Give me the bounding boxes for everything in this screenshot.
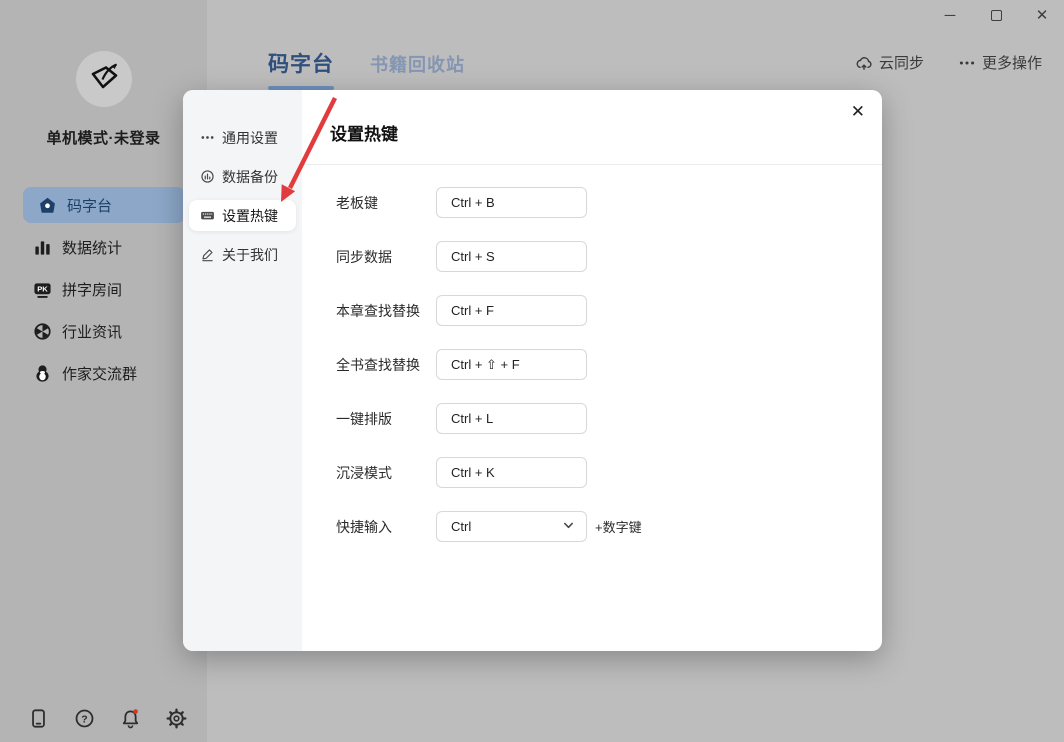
hotkey-input[interactable] xyxy=(436,241,587,272)
hotkey-row: 本章查找替换 xyxy=(336,295,642,326)
bell-icon xyxy=(120,709,141,732)
cloud-sync-icon xyxy=(855,54,873,72)
close-window-icon[interactable]: ✕ xyxy=(1032,5,1052,25)
avatar[interactable] xyxy=(76,51,132,107)
penguin-icon xyxy=(33,364,52,383)
modal-nav-item-3[interactable]: 关于我们 xyxy=(189,239,296,270)
modal-nav-item-1[interactable]: 数据备份 xyxy=(189,161,296,192)
home-icon xyxy=(38,196,57,215)
app-logo-quill-icon xyxy=(86,59,122,100)
hotkey-input[interactable] xyxy=(436,457,587,488)
hotkey-row: 一键排版 xyxy=(336,403,642,434)
minimize-icon[interactable]: ─ xyxy=(940,5,960,25)
sidebar-item-label: 拼字房间 xyxy=(62,281,123,299)
hotkey-row: 老板键 xyxy=(336,187,642,218)
hotkey-label: 沉浸模式 xyxy=(336,464,392,481)
modifier-select[interactable]: Ctrl xyxy=(436,511,587,542)
modal-content: 设置热键 老板键 同步数据 本章查找替换 全书查找替换 一键排版 沉浸模式 快捷… xyxy=(302,90,882,651)
keyboard-icon xyxy=(200,208,215,223)
hotkey-row: 全书查找替换 xyxy=(336,349,642,380)
mobile-icon xyxy=(28,709,49,732)
mobile-button[interactable] xyxy=(27,708,49,730)
svg-text:?: ? xyxy=(81,714,87,726)
bar-chart-icon xyxy=(33,238,52,257)
modal-nav-label: 设置热键 xyxy=(222,207,278,224)
hotkey-row: 同步数据 xyxy=(336,241,642,272)
help-icon: ? xyxy=(74,709,95,732)
hotkey-input[interactable] xyxy=(436,187,587,218)
sidebar-footer: ? xyxy=(27,708,187,730)
hotkey-input[interactable] xyxy=(436,403,587,434)
pen-icon xyxy=(200,247,215,262)
modal-nav-item-2[interactable]: 设置热键 xyxy=(189,200,296,231)
modal-nav-label: 通用设置 xyxy=(222,129,278,146)
sidebar-item-label: 行业资讯 xyxy=(62,323,123,341)
modal-nav-item-0[interactable]: 通用设置 xyxy=(189,122,296,153)
help-button[interactable]: ? xyxy=(73,708,95,730)
svg-text:PK: PK xyxy=(37,284,48,293)
hotkey-settings-modal: 通用设置 数据备份 设置热键 关于我们 ✕ 设置热键 老板键 同步数据 本章查找… xyxy=(183,90,882,651)
dots-icon xyxy=(200,130,215,145)
modal-nav: 通用设置 数据备份 设置热键 关于我们 xyxy=(183,90,302,651)
sidebar: 单机模式·未登录 码字台 数据统计 PK 拼字房间 行业资讯 作家交流群 ? xyxy=(0,0,207,742)
window-controls: ─ ✕ xyxy=(940,4,1052,26)
sidebar-menu: 码字台 数据统计 PK 拼字房间 行业资讯 作家交流群 xyxy=(23,187,185,397)
hotkey-row: 沉浸模式 xyxy=(336,457,642,488)
more-dots-icon xyxy=(958,54,976,72)
modal-nav-label: 关于我们 xyxy=(222,246,278,263)
sidebar-item-3[interactable]: 行业资讯 xyxy=(23,313,185,349)
select-suffix-label: +数字键 xyxy=(595,520,642,535)
hotkey-label: 本章查找替换 xyxy=(336,302,420,319)
top-actions: 云同步 更多操作 xyxy=(855,52,1042,73)
tab-1[interactable]: 书籍回收站 xyxy=(370,51,465,77)
hotkey-form: 老板键 同步数据 本章查找替换 全书查找替换 一键排版 沉浸模式 快捷输入 Ct… xyxy=(336,187,642,565)
sidebar-item-1[interactable]: 数据统计 xyxy=(23,229,185,265)
sidebar-item-label: 数据统计 xyxy=(62,239,123,257)
backup-icon xyxy=(200,169,215,184)
app-window: 单机模式·未登录 码字台 数据统计 PK 拼字房间 行业资讯 作家交流群 ? ─… xyxy=(0,0,1064,742)
hotkey-label: 快捷输入 xyxy=(336,518,392,535)
pk-badge-icon: PK xyxy=(33,280,52,299)
sidebar-item-label: 码字台 xyxy=(67,197,113,215)
hotkey-label: 老板键 xyxy=(336,194,378,211)
hotkey-input[interactable] xyxy=(436,295,587,326)
hotkey-label: 一键排版 xyxy=(336,410,392,427)
gear-button[interactable] xyxy=(165,708,187,730)
hotkey-input[interactable] xyxy=(436,349,587,380)
sidebar-item-4[interactable]: 作家交流群 xyxy=(23,355,185,391)
main-tabs: 码字台 书籍回收站 xyxy=(268,48,465,90)
more-actions-button[interactable]: 更多操作 xyxy=(958,52,1042,73)
sidebar-item-2[interactable]: PK 拼字房间 xyxy=(23,271,185,307)
maximize-icon[interactable] xyxy=(986,5,1006,25)
divider xyxy=(302,164,882,165)
aperture-icon xyxy=(33,322,52,341)
bell-button[interactable] xyxy=(119,708,141,730)
sidebar-item-0[interactable]: 码字台 xyxy=(23,187,185,223)
hotkey-row: 快捷输入 Ctrl +数字键 xyxy=(336,511,642,542)
user-status-label: 单机模式·未登录 xyxy=(46,130,161,147)
gear-icon xyxy=(166,708,187,732)
cloud-sync-button[interactable]: 云同步 xyxy=(855,52,924,73)
chevron-down-icon xyxy=(563,519,574,534)
modal-title: 设置热键 xyxy=(330,125,398,144)
hotkey-label: 全书查找替换 xyxy=(336,356,420,373)
hotkey-label: 同步数据 xyxy=(336,248,392,265)
tab-0[interactable]: 码字台 xyxy=(268,48,334,90)
sidebar-item-label: 作家交流群 xyxy=(62,365,138,383)
modal-nav-label: 数据备份 xyxy=(222,168,278,185)
